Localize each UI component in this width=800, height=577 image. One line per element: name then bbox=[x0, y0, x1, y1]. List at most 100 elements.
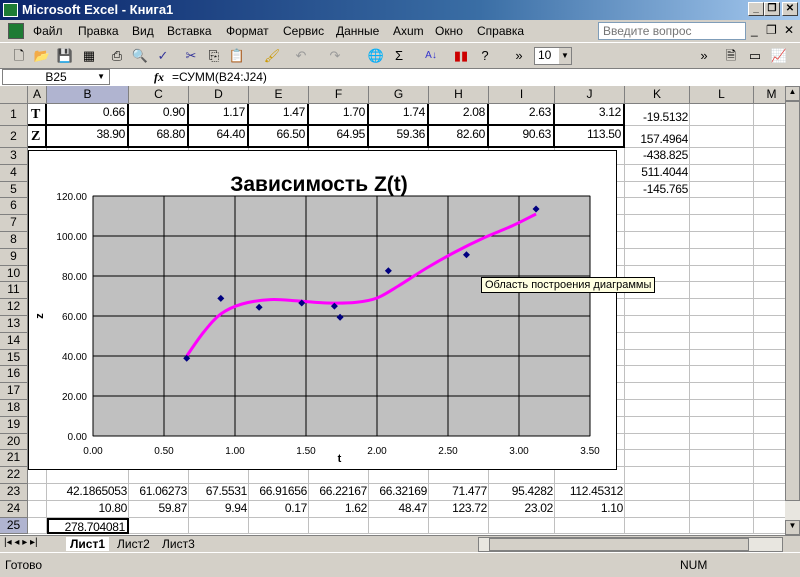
cell[interactable] bbox=[625, 416, 690, 434]
k-cell[interactable]: -19.5132 bbox=[625, 104, 690, 126]
row-header-25[interactable]: 25 bbox=[0, 517, 28, 535]
toolbar-options-icon[interactable]: » bbox=[510, 47, 528, 65]
row-header-11[interactable]: 11 bbox=[0, 282, 28, 300]
data-cell[interactable]: 0.17 bbox=[249, 501, 309, 518]
cell[interactable] bbox=[555, 517, 625, 535]
column-header-E[interactable]: E bbox=[249, 86, 309, 104]
horizontal-scrollbar[interactable] bbox=[478, 537, 783, 552]
cell[interactable] bbox=[690, 450, 754, 468]
cell[interactable] bbox=[690, 433, 754, 451]
ask-question-input[interactable] bbox=[598, 22, 746, 40]
cell[interactable] bbox=[28, 484, 47, 501]
name-box[interactable]: B25 ▼ bbox=[2, 69, 110, 85]
data-cell[interactable]: 64.95 bbox=[309, 126, 369, 148]
cell[interactable] bbox=[754, 501, 785, 518]
h-scroll-thumb[interactable] bbox=[489, 538, 749, 551]
data-cell[interactable]: 2.08 bbox=[429, 104, 489, 126]
cell[interactable] bbox=[28, 500, 47, 518]
cell[interactable] bbox=[625, 450, 690, 468]
row-header-2[interactable]: 2 bbox=[0, 126, 28, 148]
row-header-9[interactable]: 9 bbox=[0, 248, 28, 266]
paste-icon[interactable]: 📋 bbox=[228, 47, 246, 65]
cell[interactable] bbox=[690, 215, 754, 232]
data-cell[interactable]: 1.10 bbox=[555, 501, 625, 518]
cell[interactable] bbox=[754, 350, 785, 367]
cell[interactable] bbox=[625, 400, 690, 417]
vertical-scrollbar[interactable]: ▲ ▼ bbox=[785, 86, 800, 535]
cell[interactable] bbox=[625, 366, 690, 384]
data-cell[interactable]: 2.63 bbox=[489, 104, 555, 126]
cell[interactable] bbox=[754, 417, 785, 434]
data-cell[interactable]: 1.47 bbox=[249, 104, 309, 126]
cell[interactable] bbox=[625, 232, 690, 249]
k-cell[interactable]: 157.4964 bbox=[625, 126, 690, 148]
new-icon[interactable]: 🗋 bbox=[10, 47, 28, 65]
row-header-10[interactable]: 10 bbox=[0, 265, 28, 283]
help-icon[interactable]: ? bbox=[476, 47, 494, 65]
data-cell[interactable]: 66.22167 bbox=[309, 484, 369, 501]
cell[interactable] bbox=[690, 148, 754, 165]
cell[interactable] bbox=[754, 316, 785, 333]
cell[interactable] bbox=[754, 266, 785, 283]
font-size-select[interactable]: 10 ▼ bbox=[534, 47, 572, 65]
cell[interactable] bbox=[754, 333, 785, 350]
data-cell[interactable]: 38.90 bbox=[47, 126, 129, 148]
scroll-thumb[interactable] bbox=[785, 101, 800, 501]
row-header-19[interactable]: 19 bbox=[0, 416, 28, 434]
cell[interactable] bbox=[690, 316, 754, 333]
data-cell[interactable]: 95.4282 bbox=[489, 484, 555, 501]
row-header-20[interactable]: 20 bbox=[0, 433, 28, 451]
cell[interactable] bbox=[754, 165, 785, 182]
restore-button[interactable]: ❐ bbox=[764, 2, 780, 16]
spreadsheet-grid[interactable]: A B C D E F G H I J K L M 1 2 3 4 5 6 7 8 9 10 11 12 13 14 15 16 17 18… bbox=[0, 86, 785, 535]
autosum-icon[interactable]: Σ bbox=[390, 47, 408, 65]
cell[interactable] bbox=[690, 198, 754, 216]
cell[interactable] bbox=[754, 518, 785, 535]
chart[interactable]: Зависимость Z(t) 0.00 20.00 40.00 60.00 80.00… bbox=[28, 150, 617, 470]
data-cell[interactable]: 10.80 bbox=[47, 501, 129, 518]
doc-close-button[interactable]: ✕ bbox=[784, 23, 794, 37]
cell[interactable] bbox=[625, 433, 690, 451]
cell[interactable] bbox=[754, 400, 785, 417]
doc-restore-button[interactable]: ❐ bbox=[766, 23, 777, 37]
cell[interactable] bbox=[690, 232, 754, 249]
cell[interactable] bbox=[754, 215, 785, 232]
row-header-3[interactable]: 3 bbox=[0, 148, 28, 165]
cell[interactable] bbox=[690, 400, 754, 417]
cell[interactable] bbox=[625, 349, 690, 367]
data-cell[interactable]: 1.62 bbox=[309, 501, 369, 518]
cell[interactable] bbox=[754, 383, 785, 400]
row-header-22[interactable]: 22 bbox=[0, 467, 28, 484]
data-cell[interactable]: 112.45312 bbox=[555, 484, 625, 501]
menu-data[interactable]: Данные bbox=[336, 24, 379, 38]
data-cell[interactable]: 0.66 bbox=[47, 104, 129, 126]
data-cell[interactable]: 1.70 bbox=[309, 104, 369, 126]
column-header-B[interactable]: B bbox=[47, 86, 129, 104]
cell[interactable] bbox=[690, 299, 754, 316]
new-chart-icon[interactable]: 📈 bbox=[770, 47, 788, 65]
menu-axum[interactable]: Axum bbox=[393, 24, 424, 38]
k-cell[interactable]: 511.4044 bbox=[625, 165, 690, 182]
column-header-G[interactable]: G bbox=[369, 86, 429, 104]
menu-edit[interactable]: Правка bbox=[78, 24, 119, 38]
row-header-17[interactable]: 17 bbox=[0, 383, 28, 400]
doc-minimize-button[interactable]: _ bbox=[751, 23, 758, 37]
cell[interactable] bbox=[625, 383, 690, 400]
column-header-C[interactable]: C bbox=[129, 86, 189, 104]
data-cell[interactable]: 66.91656 bbox=[249, 484, 309, 501]
cell[interactable] bbox=[754, 182, 785, 199]
row-header-21[interactable]: 21 bbox=[0, 450, 28, 468]
menu-view[interactable]: Вид bbox=[132, 24, 154, 38]
data-cell[interactable]: 90.63 bbox=[489, 126, 555, 148]
cell[interactable] bbox=[690, 104, 754, 126]
row-header-13[interactable]: 13 bbox=[0, 316, 28, 333]
data-cell[interactable]: 9.94 bbox=[189, 501, 249, 518]
cell[interactable] bbox=[625, 467, 690, 484]
cell[interactable] bbox=[690, 517, 754, 535]
cell[interactable] bbox=[754, 484, 785, 501]
cell-label-T[interactable]: T bbox=[28, 104, 47, 126]
data-cell[interactable]: 0.90 bbox=[129, 104, 189, 126]
cell[interactable] bbox=[754, 434, 785, 451]
cell[interactable] bbox=[489, 517, 555, 535]
cell[interactable] bbox=[690, 467, 754, 484]
